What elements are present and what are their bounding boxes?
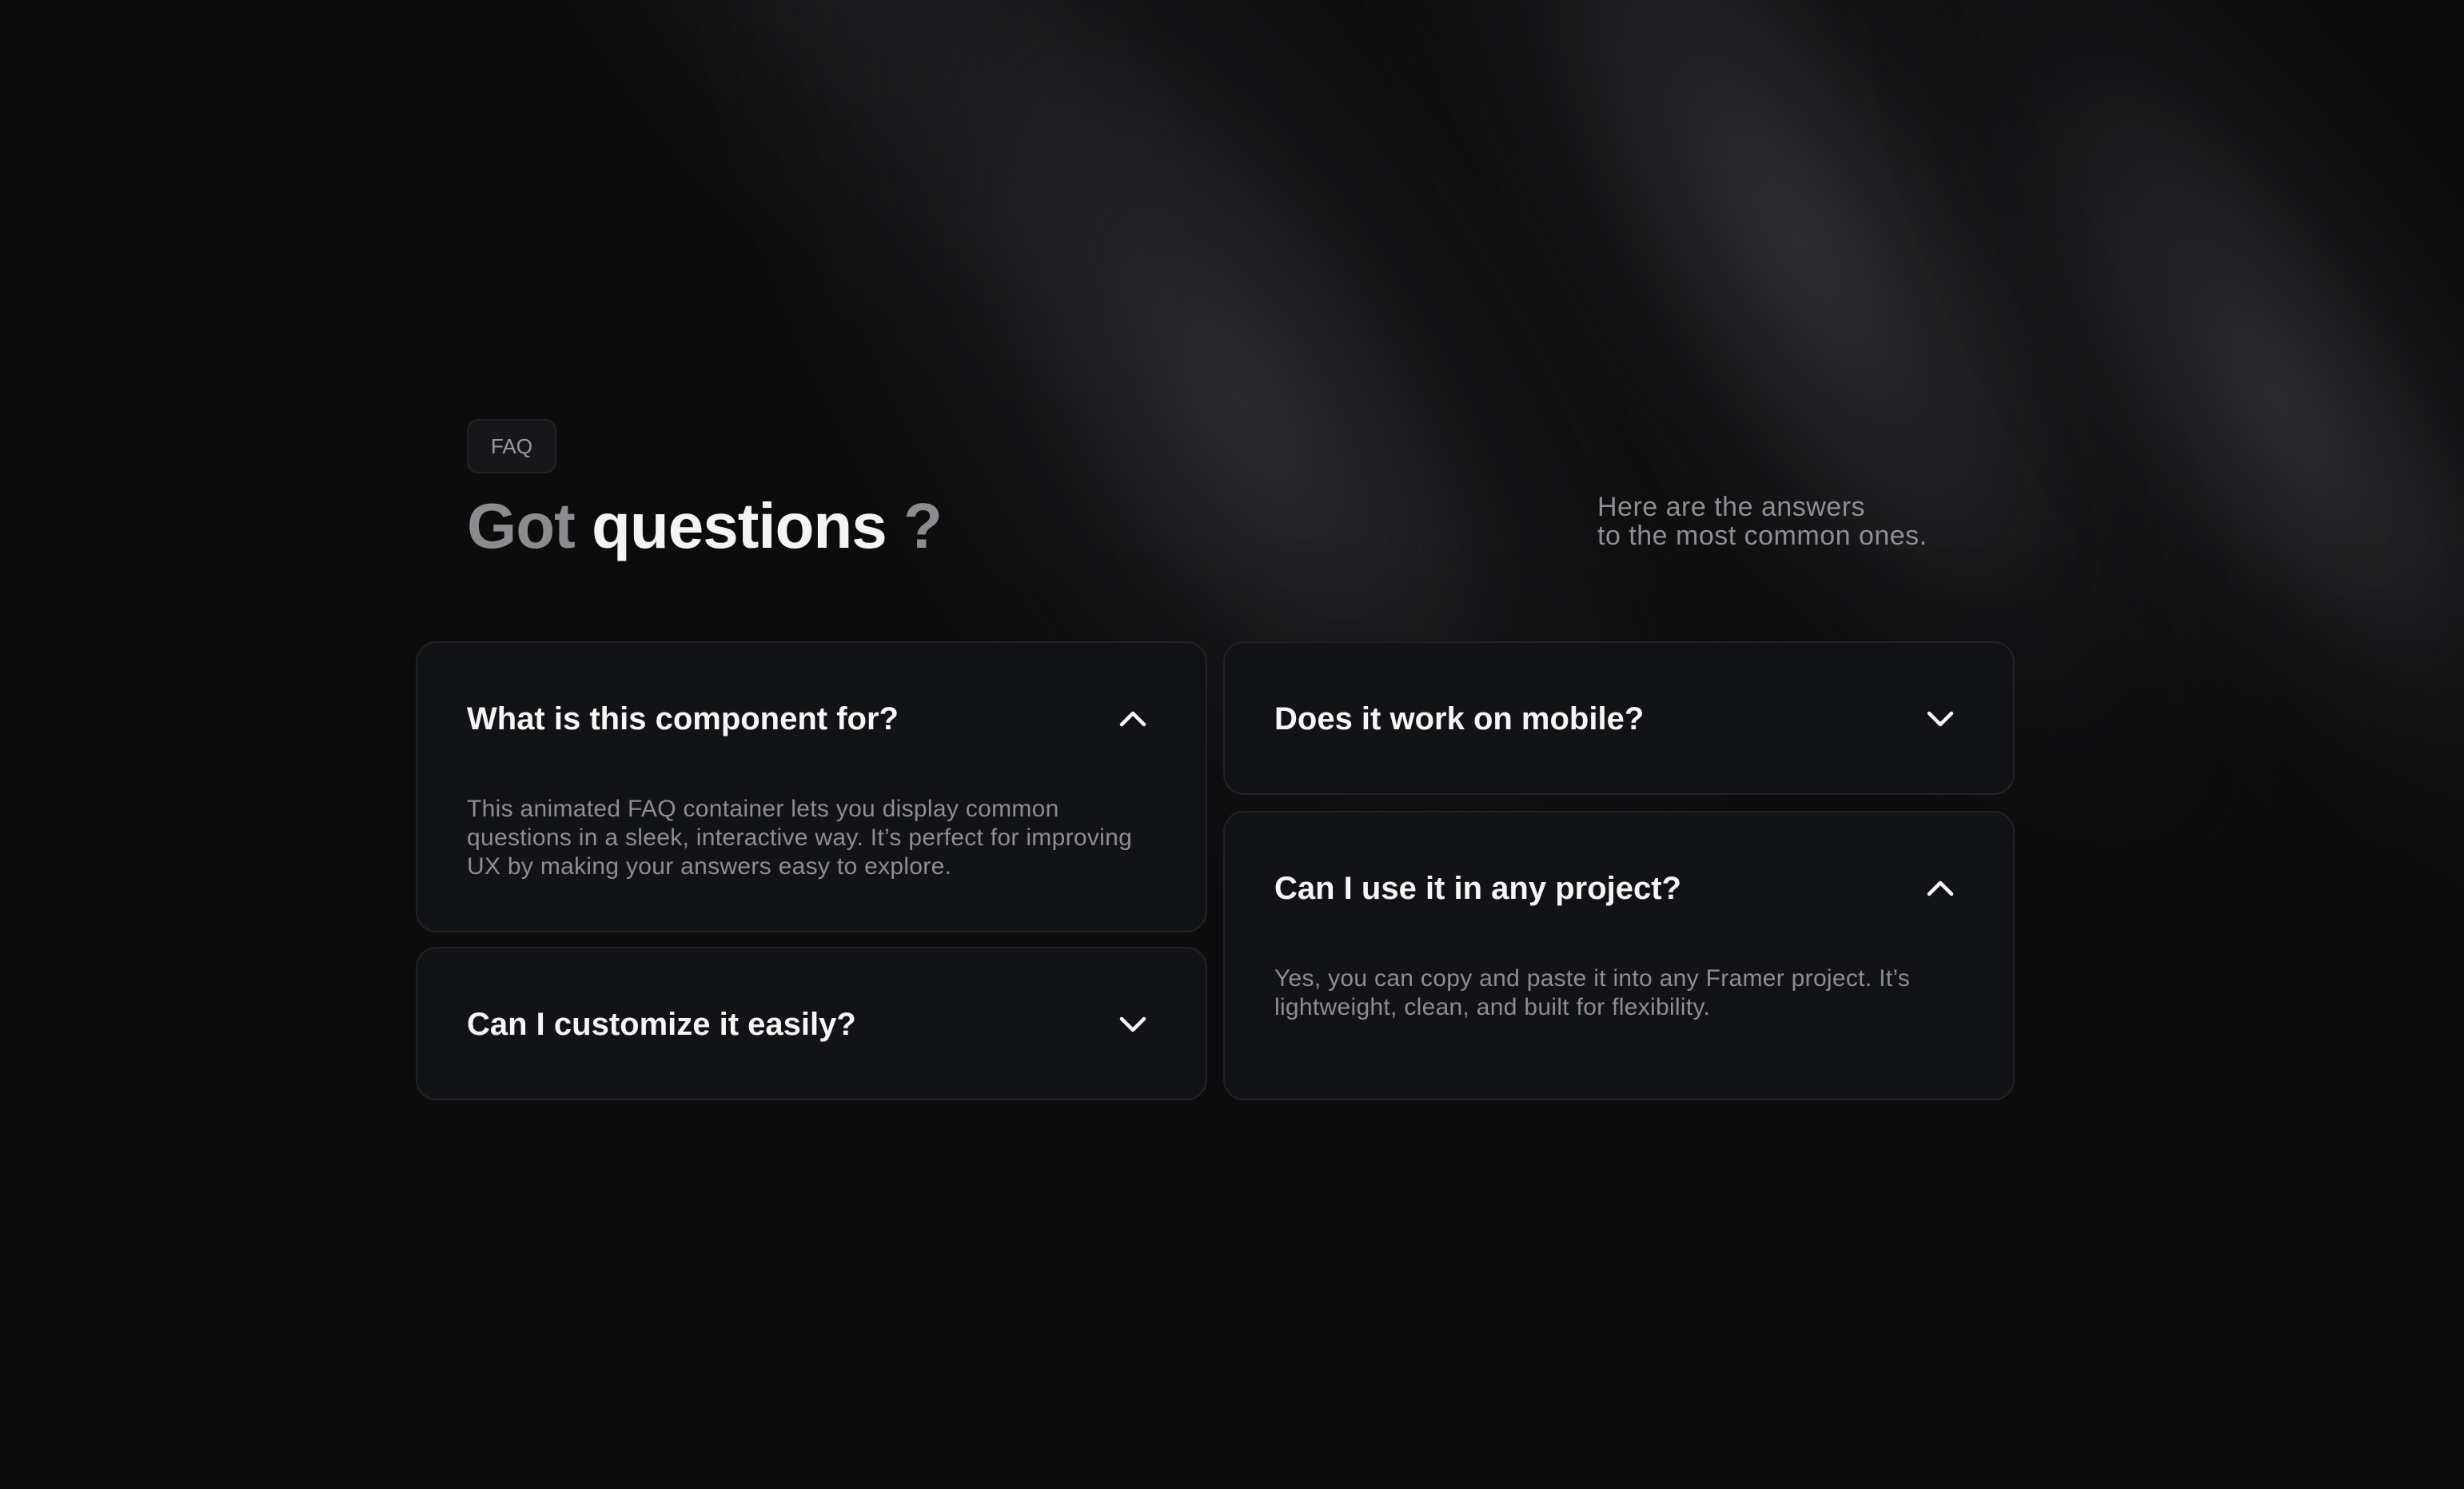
faq-item-collapsed[interactable]: Can I customize it easily?: [416, 947, 1207, 1100]
chevron-up-icon[interactable]: [1116, 702, 1150, 736]
faq-question[interactable]: Does it work on mobile?: [1274, 643, 1644, 795]
subtitle-line-2: to the most common ones.: [1597, 521, 1928, 551]
faq-answer: This animated FAQ container lets you dis…: [467, 796, 1133, 880]
chevron-up-icon[interactable]: [1924, 872, 1957, 905]
subtitle-line-1: Here are the answers: [1597, 492, 1866, 522]
faq-question[interactable]: Can I customize it easily?: [467, 948, 856, 1100]
faq-question[interactable]: What is this component for?: [467, 643, 899, 795]
section-title: Got questions ?: [467, 488, 943, 565]
title-word-got: Got: [467, 490, 576, 561]
title-question-mark: ?: [903, 490, 943, 561]
faq-item-expanded[interactable]: Can I use it in any project? Yes, you ca…: [1223, 811, 2015, 1100]
faq-badge: FAQ: [467, 419, 556, 473]
title-word-questions: questions: [591, 490, 887, 561]
faq-item-collapsed[interactable]: Does it work on mobile?: [1223, 641, 2015, 795]
chevron-down-icon[interactable]: [1924, 702, 1957, 736]
faq-answer: Yes, you can copy and paste it into any …: [1274, 965, 1911, 1020]
faq-item-expanded[interactable]: What is this component for? This animate…: [416, 641, 1207, 932]
faq-section: FAQ Got questions ? Here are the answers…: [416, 419, 2015, 1107]
section-subtitle: Here are the answers to the most common …: [1597, 493, 2013, 550]
chevron-down-icon[interactable]: [1116, 1008, 1150, 1041]
faq-question[interactable]: Can I use it in any project?: [1274, 812, 1681, 964]
